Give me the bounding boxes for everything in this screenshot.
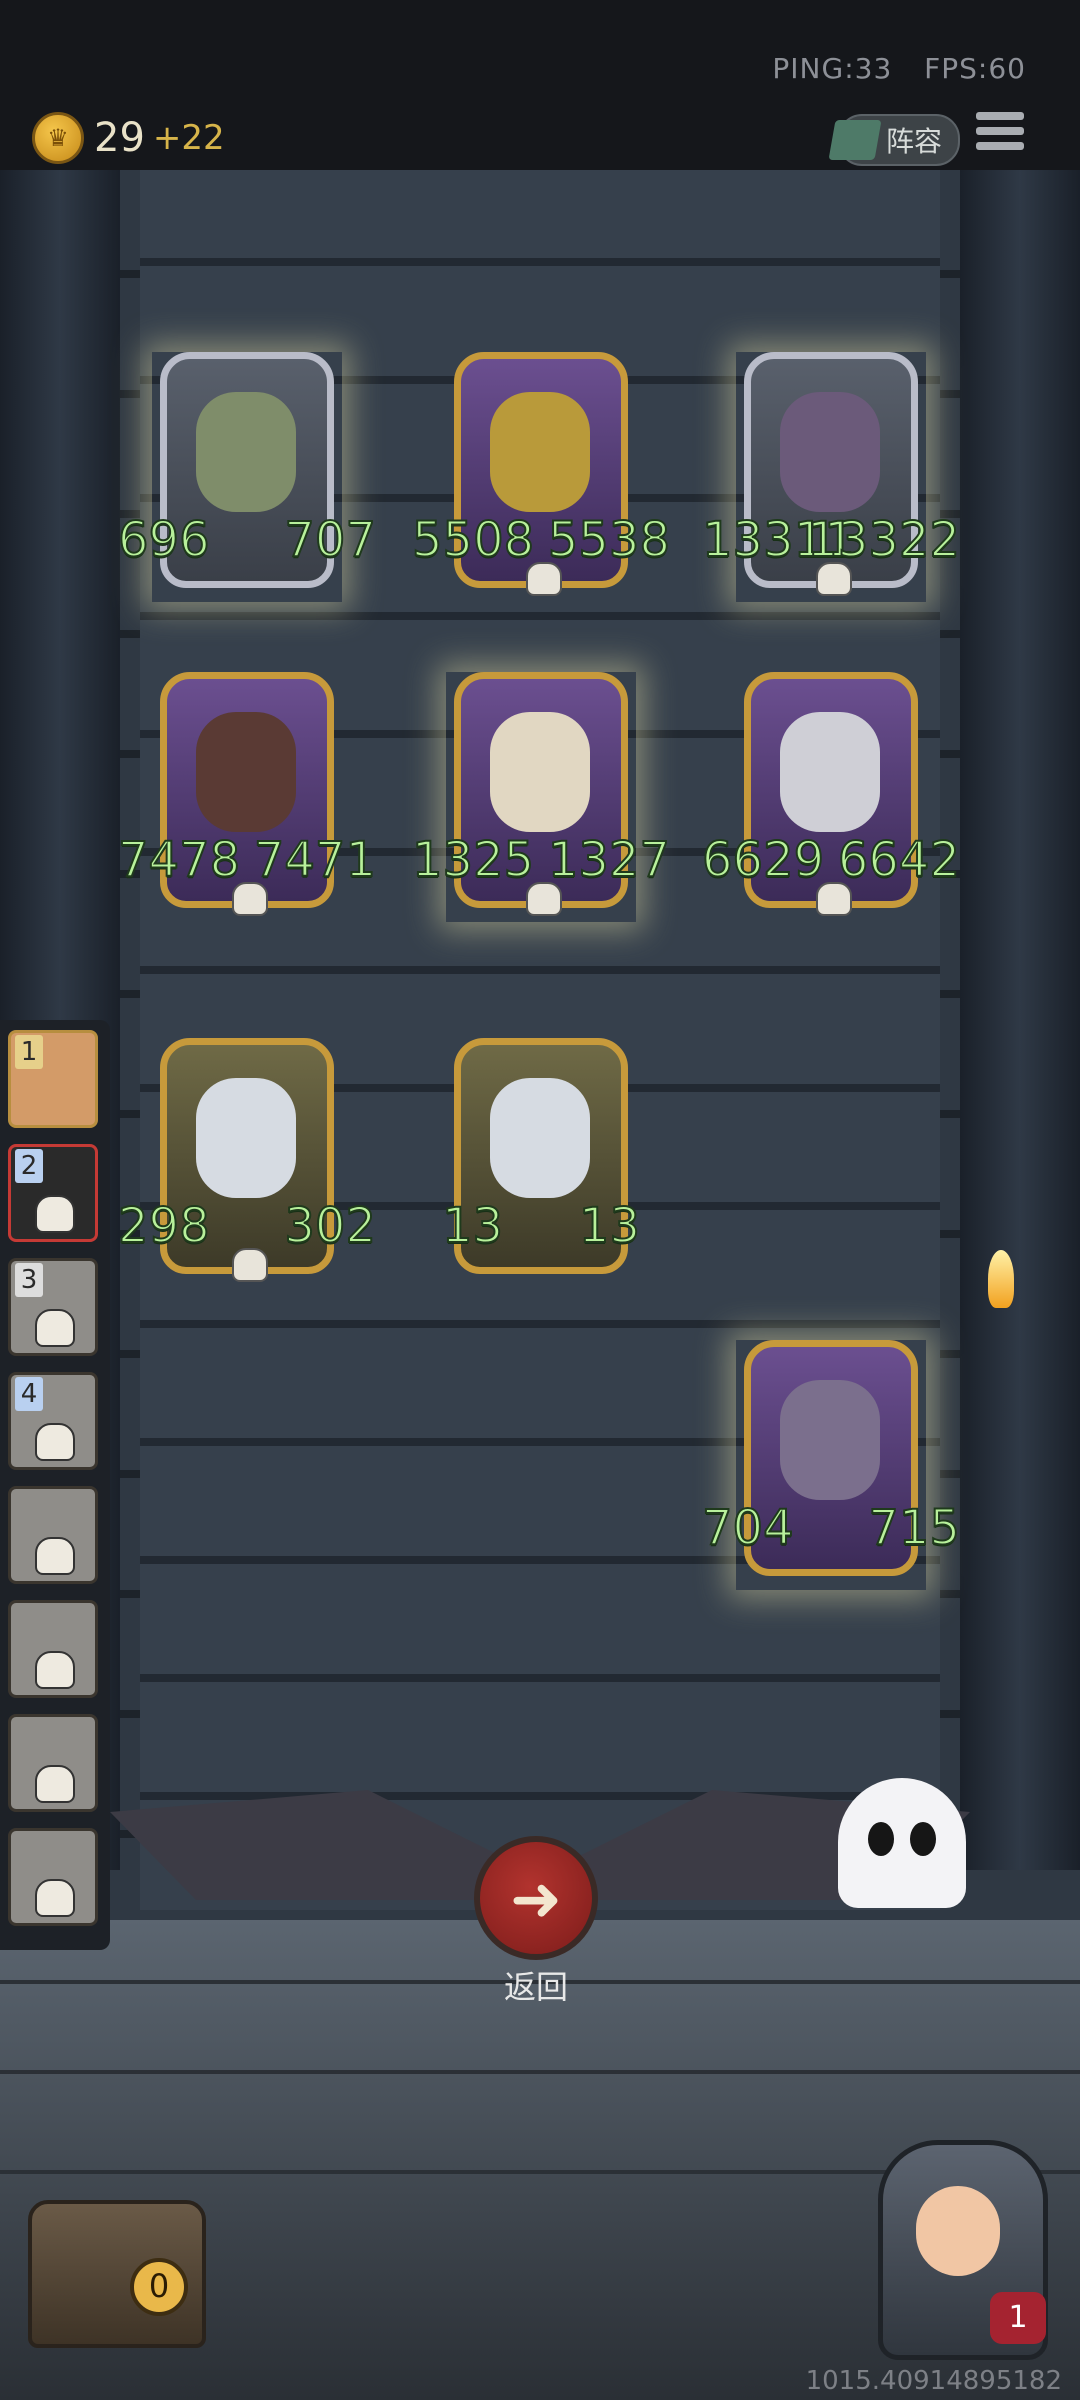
- skull-icon: [816, 882, 852, 916]
- coordinate-readout: 1015.40914895182: [805, 2366, 1062, 2396]
- player-list: 1 2 3 4: [0, 1020, 110, 1950]
- health-value: 1327: [547, 831, 671, 889]
- back-label: 返回: [503, 1968, 568, 2006]
- player-slot[interactable]: [8, 1714, 98, 1812]
- clockwork-painter-art: [780, 1380, 880, 1500]
- skull-icon: [526, 562, 562, 596]
- attack-value: 696: [117, 511, 211, 569]
- skull-icon: [816, 562, 852, 596]
- skull-icon: [35, 1651, 75, 1689]
- skull-icon: [35, 1765, 75, 1803]
- minion-card[interactable]: 7478 7471: [117, 672, 377, 922]
- heart-lives-icon: 1: [990, 2292, 1046, 2344]
- health-value: 302: [283, 1197, 377, 1255]
- player-slot[interactable]: 3: [8, 1258, 98, 1356]
- gold-amount: 29: [94, 115, 145, 161]
- health-value: 13: [578, 1197, 641, 1255]
- menu-icon: [976, 112, 1024, 120]
- rank-badge: 2: [15, 1149, 43, 1183]
- attack-value: 6629: [701, 831, 825, 889]
- health-value: 7471: [253, 831, 377, 889]
- rank-badge: 1: [15, 1035, 43, 1069]
- health-value: 6642: [837, 831, 961, 889]
- player-slot[interactable]: 2: [8, 1144, 98, 1242]
- right-pillar: [960, 170, 1080, 1870]
- gold-bonus: +22: [152, 118, 225, 158]
- camera-robot-art: [490, 1078, 590, 1198]
- skull-icon: [35, 1309, 75, 1347]
- player-slot[interactable]: [8, 1828, 98, 1926]
- tavern-shop-button[interactable]: 0: [18, 2160, 208, 2350]
- masked-rabbit-art: [780, 712, 880, 832]
- health-value: 707: [283, 511, 377, 569]
- network-status: PING:33 FPS:60: [750, 52, 1026, 85]
- minion-card[interactable]: 5508 5538: [411, 352, 671, 602]
- minion-card[interactable]: 696 707: [117, 352, 377, 602]
- player-slot[interactable]: [8, 1486, 98, 1584]
- golden-robot-art: [490, 392, 590, 512]
- health-value: 13322: [806, 511, 961, 569]
- octopus-pirate-art: [780, 392, 880, 512]
- minion-card[interactable]: 1325 1327: [411, 672, 671, 922]
- lives-count: 1: [1008, 2300, 1028, 2335]
- skull-icon: [35, 1195, 75, 1233]
- left-arrow-icon: ➜: [510, 1861, 562, 1935]
- attack-value: 7478: [117, 831, 241, 889]
- minion-card[interactable]: 298 302: [117, 1038, 377, 1288]
- skull-icon: [526, 882, 562, 916]
- attack-value: 704: [701, 1499, 795, 1557]
- torch-flame-icon: [988, 1250, 1014, 1308]
- menu-button[interactable]: [976, 112, 1024, 158]
- ping-text: PING:33: [772, 52, 893, 85]
- boar-beast-art: [196, 712, 296, 832]
- hero-avatar: [916, 2186, 1000, 2276]
- player-slot[interactable]: 1: [8, 1030, 98, 1128]
- attack-value: 5508: [411, 511, 535, 569]
- hero-portrait[interactable]: 1: [868, 2140, 1048, 2360]
- gold-display: ♛ 29 +22: [32, 112, 225, 164]
- attack-value: 298: [117, 1197, 211, 1255]
- skull-icon: [35, 1423, 75, 1461]
- lineup-button[interactable]: 阵容: [828, 114, 960, 166]
- minion-card[interactable]: 6629 6642: [701, 672, 961, 922]
- lineup-label: 阵容: [886, 125, 943, 158]
- player-slot[interactable]: 4: [8, 1372, 98, 1470]
- crown-coin-icon: ♛: [32, 112, 84, 164]
- shop-count-badge: 0: [130, 2258, 188, 2316]
- pelican-art: [490, 712, 590, 832]
- book-icon: [828, 120, 882, 160]
- attack-value: 13: [441, 1197, 504, 1255]
- player-slot[interactable]: [8, 1600, 98, 1698]
- minion-card[interactable]: 13 13: [441, 1038, 641, 1288]
- skull-icon: [232, 882, 268, 916]
- skull-icon: [35, 1537, 75, 1575]
- health-value: 715: [867, 1499, 961, 1557]
- rank-badge: 4: [15, 1377, 43, 1411]
- top-bar: PING:33 FPS:60 ♛ 29 +22 阵容: [0, 0, 1080, 170]
- health-value: 5538: [547, 511, 671, 569]
- camera-robot-art: [196, 1078, 296, 1198]
- minion-card[interactable]: 13311 13322: [701, 352, 961, 602]
- rank-badge: 3: [15, 1263, 43, 1297]
- skull-icon: [232, 1248, 268, 1282]
- back-button[interactable]: ➜: [474, 1836, 598, 1960]
- ghost-mascot-icon[interactable]: [838, 1778, 966, 1908]
- attack-value: 1325: [411, 831, 535, 889]
- fps-text: FPS:60: [924, 52, 1026, 85]
- fish-monster-art: [196, 392, 296, 512]
- minion-card[interactable]: 704 715: [701, 1340, 961, 1590]
- skull-icon: [35, 1879, 75, 1917]
